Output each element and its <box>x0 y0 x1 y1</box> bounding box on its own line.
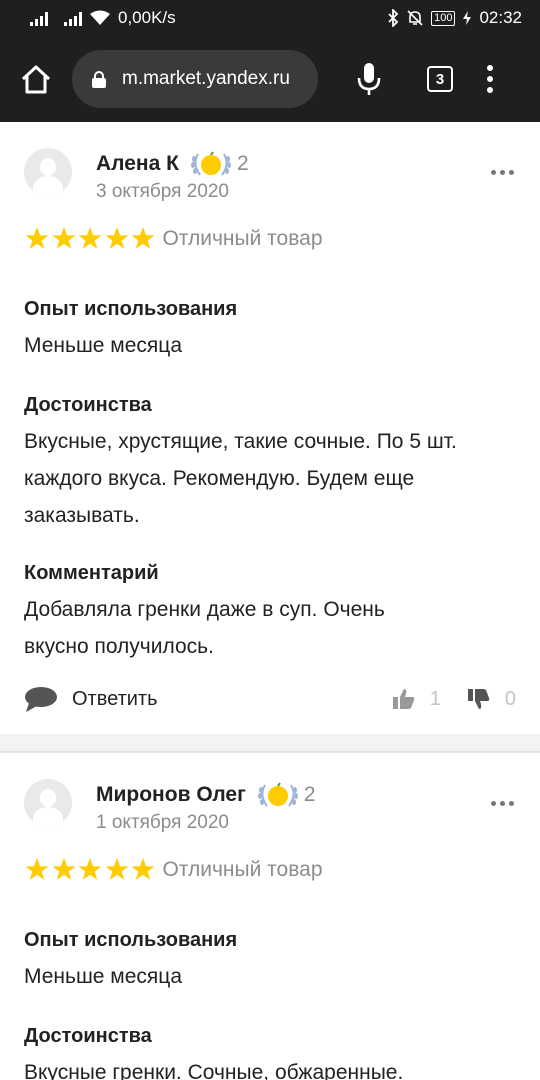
comment-icon[interactable] <box>24 685 58 713</box>
microphone-icon[interactable] <box>356 61 382 97</box>
rating-label: Отличный товар <box>162 226 323 250</box>
review-actions: Ответить 1 0 <box>24 682 516 716</box>
avatar[interactable] <box>24 779 72 827</box>
pros-text: Вкусные, хрустящие, такие сочные. По 5 ш… <box>24 430 457 527</box>
star-icon <box>52 227 75 249</box>
likes-count: 1 <box>429 687 441 710</box>
usage-experience-title: Опыт использования <box>24 929 238 951</box>
tab-switcher-button[interactable]: 3 <box>427 66 453 92</box>
star-icon <box>25 858 49 880</box>
star-icon <box>25 227 49 249</box>
pros-text: Вкусные гренки. Сочные, обжаренные. <box>24 1061 404 1080</box>
review-date: 1 октября 2020 <box>96 812 229 833</box>
more-options-button[interactable] <box>491 801 514 806</box>
usage-experience-title: Опыт использования <box>24 298 238 320</box>
usage-experience-text: Меньше месяца <box>24 334 183 357</box>
signal-icon <box>30 10 48 26</box>
review-author[interactable]: Алена К 2 <box>96 150 249 178</box>
star-icon <box>78 227 102 249</box>
rating: Отличный товар <box>24 226 323 251</box>
thumbs-up-icon[interactable] <box>392 687 416 711</box>
thumbs-down-icon[interactable] <box>467 687 491 711</box>
comment-title: Комментарий <box>24 562 159 584</box>
more-options-button[interactable] <box>491 170 514 175</box>
comment-text: Добавляла гренки даже в суп. Очень вкусн… <box>24 598 385 658</box>
review-separator <box>0 734 540 752</box>
star-icon <box>105 227 128 249</box>
author-badge-icon <box>190 151 231 176</box>
lock-icon <box>92 70 106 88</box>
star-icon <box>52 858 75 880</box>
rating-label: Отличный товар <box>162 857 323 881</box>
battery-icon: 100 <box>431 10 456 26</box>
address-bar[interactable]: m.market.yandex.ru <box>72 50 318 108</box>
network-speed: 0,00K/s <box>118 8 176 27</box>
review-date: 3 октября 2020 <box>96 181 229 202</box>
review-card: Миронов Олег 2 1 октября 2020 Отличный т… <box>0 752 540 1080</box>
badge-count: 2 <box>303 783 316 806</box>
author-name: Миронов Олег <box>96 783 246 806</box>
usage-experience-text: Меньше месяца <box>24 965 183 988</box>
clock: 02:32 <box>479 8 522 27</box>
reply-button[interactable]: Ответить <box>72 688 158 711</box>
signal-icon <box>64 10 82 26</box>
url-text: m.market.yandex.ru <box>122 68 290 89</box>
avatar[interactable] <box>24 148 72 196</box>
browser-menu-button[interactable] <box>487 65 493 93</box>
author-name: Алена К <box>96 152 179 175</box>
star-icon <box>131 227 155 249</box>
badge-count: 2 <box>236 152 249 175</box>
star-icon <box>131 858 155 880</box>
charging-icon <box>463 11 472 25</box>
star-icon <box>78 858 102 880</box>
bluetooth-icon <box>388 9 399 27</box>
pros-title: Достоинства <box>24 394 152 416</box>
pros-title: Достоинства <box>24 1025 152 1047</box>
rating: Отличный товар <box>24 857 323 882</box>
author-badge-icon <box>257 782 298 807</box>
review-author[interactable]: Миронов Олег 2 <box>96 781 316 809</box>
dislikes-count: 0 <box>504 687 516 710</box>
status-bar: 0,00K/s 100 02:32 <box>0 0 540 36</box>
browser-toolbar: m.market.yandex.ru 3 <box>0 36 540 122</box>
wifi-icon <box>90 10 110 25</box>
mute-icon <box>407 10 423 26</box>
home-icon[interactable] <box>18 61 54 97</box>
star-icon <box>105 858 128 880</box>
